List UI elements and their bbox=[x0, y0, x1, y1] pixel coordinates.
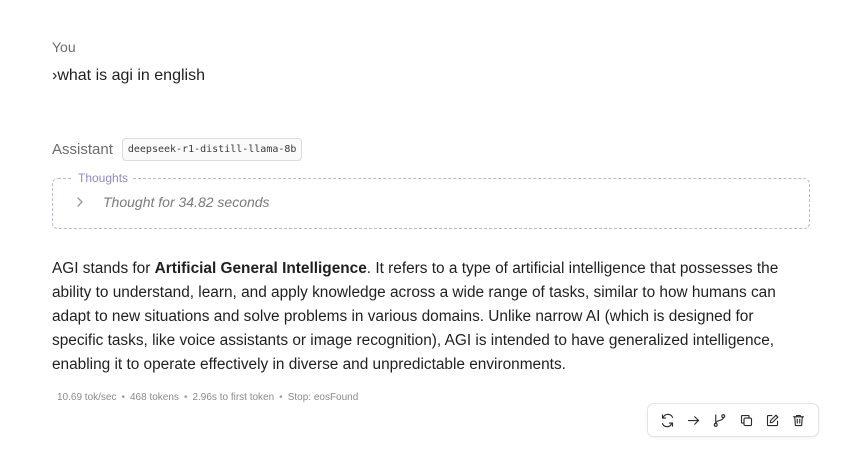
branch-button[interactable] bbox=[709, 409, 731, 431]
generation-stats: 10.69 tok/sec • 468 tokens • 2.96s to first … bbox=[57, 392, 358, 403]
refresh-icon bbox=[661, 413, 673, 427]
stat-tokens: 468 tokens bbox=[130, 392, 179, 403]
stat-separator: • bbox=[183, 392, 188, 403]
answer-text-start: AGI stands for bbox=[52, 260, 155, 277]
thoughts-summary: Thought for 34.82 seconds bbox=[103, 194, 270, 210]
copy-icon bbox=[740, 414, 752, 426]
regenerate-button[interactable] bbox=[656, 409, 678, 431]
thoughts-panel: Thoughts Thought for 34.82 seconds bbox=[52, 171, 810, 229]
assistant-answer: AGI stands for Artificial General Intell… bbox=[52, 257, 802, 377]
answer-bold-term: Artificial General Intelligence bbox=[154, 260, 367, 277]
thoughts-toggle[interactable]: Thought for 34.82 seconds bbox=[73, 194, 270, 210]
user-role-label: You bbox=[52, 39, 76, 55]
assistant-role-label: Assistant bbox=[52, 141, 113, 158]
thoughts-legend: Thoughts bbox=[73, 171, 134, 185]
arrow-right-icon bbox=[687, 415, 700, 425]
stat-speed: 10.69 tok/sec bbox=[57, 392, 117, 403]
chevron-right-icon bbox=[73, 195, 87, 209]
edit-icon bbox=[766, 414, 779, 426]
continue-button[interactable] bbox=[682, 409, 704, 431]
stat-separator: • bbox=[279, 392, 283, 403]
stat-separator: • bbox=[121, 392, 125, 403]
delete-button[interactable] bbox=[788, 409, 810, 431]
assistant-header: Assistant deepseek-r1-distill-llama-8b bbox=[52, 138, 303, 161]
git-branch-icon bbox=[714, 413, 726, 427]
stat-stop-reason: Stop: eosFound bbox=[287, 392, 359, 403]
edit-button[interactable] bbox=[761, 409, 783, 431]
model-badge: deepseek-r1-distill-llama-8b bbox=[121, 138, 303, 161]
user-message: ›what is agi in english bbox=[52, 67, 205, 84]
trash-icon bbox=[793, 414, 805, 426]
message-action-toolbar bbox=[647, 403, 819, 437]
copy-button[interactable] bbox=[735, 409, 757, 431]
stat-first-token: 2.96s to first token bbox=[192, 392, 275, 403]
